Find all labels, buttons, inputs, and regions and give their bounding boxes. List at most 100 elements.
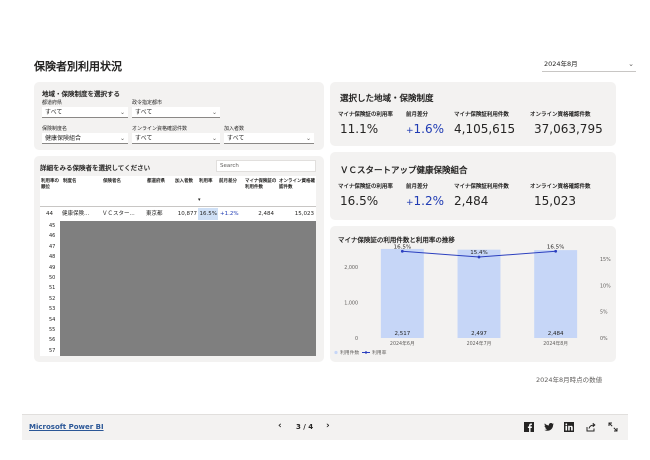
kpi-region-uses-label: マイナ保険証利用件数	[454, 112, 509, 118]
search-input[interactable]: Search	[216, 160, 316, 172]
header-rank[interactable]: 利用率の順位	[40, 176, 62, 206]
sort-desc-icon: ▾	[198, 197, 201, 203]
y-left-tick-label: 0	[355, 336, 358, 342]
kpi-region-uses: 4,105,615	[454, 122, 516, 136]
kpi-insurer-rate: 16.5%	[340, 194, 379, 208]
members-dropdown[interactable]: すべて ⌄	[224, 133, 314, 144]
kpi-region-rate-label: マイナ保険証の利用率	[338, 112, 393, 118]
fullscreen-icon[interactable]	[608, 422, 618, 432]
row-number: 53	[49, 306, 56, 313]
cell-rate: 16.5%	[198, 208, 218, 220]
filter-card: 地域・保険制度を選択する 都道府県 すべて ⌄ 政令指定都市 すべて ⌄ 保険制…	[34, 82, 324, 150]
twitter-icon[interactable]	[544, 422, 554, 432]
cell-prefecture: 東京都	[146, 211, 163, 217]
chevron-down-icon: ⌄	[211, 109, 217, 116]
chevron-down-icon: ⌄	[211, 135, 217, 142]
kpi-region-rate: 11.1%	[340, 122, 379, 136]
kpi-region-card: 選択した地域・保険制度 マイナ保険証の利用率 前月差分 マイナ保険証利用件数 オ…	[330, 82, 616, 146]
data-as-of-note: 2024年8月時点の数値	[536, 376, 603, 384]
table-title: 詳細をみる保険者を選択してください	[40, 164, 151, 172]
page-indicator: 3 / 4	[296, 423, 314, 431]
kpi-region-diff-label: 前月差分	[406, 112, 429, 118]
line-data-label: 16.5%	[547, 244, 564, 250]
prefecture-label: 都道府県	[42, 100, 63, 106]
chevron-down-icon: ⌄	[119, 109, 125, 116]
facebook-icon[interactable]	[524, 422, 534, 432]
x-tick-label: 2024年8月	[543, 340, 568, 347]
line-point-rate[interactable]	[554, 249, 558, 253]
trend-chart[interactable]: 0 1,000 2,000 0% 5% 10% 15% 2,517 2,497 2,484 2024…	[330, 226, 616, 362]
header-prefecture[interactable]: 都道府県	[146, 176, 174, 206]
header-insurer[interactable]: 保険者名	[102, 176, 146, 206]
bar-uses[interactable]	[534, 250, 578, 338]
header-uses[interactable]: マイナ保険証の利用件数	[244, 176, 278, 206]
page-title: 保険者別利用状況	[34, 60, 122, 73]
row-number: 50	[49, 275, 56, 281]
online-count-label: オンライン資格確認件数	[132, 126, 188, 132]
x-tick-label: 2024年7月	[467, 340, 492, 347]
header-members[interactable]: 加入者数	[174, 176, 198, 206]
bar-uses[interactable]	[457, 249, 501, 338]
row-number: 48	[49, 254, 56, 261]
cell-online: 15,023	[294, 211, 314, 217]
kpi-insurer-online: 15,023	[534, 194, 576, 208]
row-number: 54	[49, 316, 56, 323]
prefecture-value: すべて	[45, 109, 63, 116]
bar-data-label: 2,497	[471, 331, 487, 337]
cell-uses: 2,484	[258, 211, 274, 217]
kpi-insurer-title: ＶＣスタートアップ健康保険組合	[340, 166, 468, 176]
kpi-insurer-diff-label: 前月差分	[406, 184, 429, 190]
line-point-rate[interactable]	[400, 249, 404, 253]
legend-label-rate: 利用率	[372, 349, 387, 356]
chevron-down-icon: ⌄	[628, 60, 634, 68]
kpi-region-diff: +1.6%	[406, 122, 444, 136]
line-data-label: 16.5%	[394, 244, 411, 250]
linkedin-icon[interactable]	[564, 422, 574, 432]
line-point-rate[interactable]	[477, 255, 481, 259]
kpi-region-diff-value: 1.6%	[413, 122, 445, 136]
header-divider	[40, 206, 316, 207]
chevron-down-icon: ⌄	[305, 135, 311, 142]
y-right-tick-label: 10%	[600, 283, 611, 289]
row-number: 56	[49, 337, 56, 344]
legend-label-uses: 利用件数	[340, 349, 359, 356]
chevron-down-icon: ⌄	[119, 135, 125, 142]
plus-sign: +	[406, 126, 414, 136]
bar-uses[interactable]	[380, 248, 424, 338]
bar-data-label: 2,484	[548, 331, 564, 337]
header-diff[interactable]: 前月差分	[218, 176, 244, 206]
line-data-label: 15.4%	[470, 250, 487, 256]
row-number: 49	[49, 264, 56, 271]
chevron-left-icon[interactable]: ‹	[278, 421, 282, 431]
y-right-tick-label: 15%	[600, 257, 611, 263]
legend-marker-rate-dot	[364, 351, 368, 354]
header-rate[interactable]: 利用率	[198, 176, 218, 206]
share-icon[interactable]	[586, 422, 596, 432]
date-filter-dropdown[interactable]: 2024年8月 ⌄	[542, 58, 636, 72]
header-online[interactable]: オンライン資格確認件数	[278, 176, 316, 206]
cell-system: 健康保険...	[62, 211, 90, 217]
legend-marker-uses	[334, 350, 338, 355]
cell-diff: +1.2%	[220, 211, 239, 217]
row-number: 45	[49, 223, 56, 229]
row-number: 52	[49, 295, 56, 302]
prefecture-dropdown[interactable]: すべて ⌄	[42, 107, 128, 118]
row-number: 47	[49, 243, 56, 250]
y-right-tick-label: 5%	[600, 310, 608, 316]
kpi-insurer-uses-label: マイナ保険証利用件数	[454, 184, 509, 190]
masked-table-area	[60, 221, 316, 356]
kpi-region-title: 選択した地域・保険制度	[340, 94, 434, 104]
y-left-tick-label: 1,000	[344, 301, 358, 307]
kpi-insurer-diff: +1.2%	[406, 194, 444, 208]
chevron-right-icon[interactable]: ›	[326, 421, 330, 431]
header-system[interactable]: 制度名	[62, 176, 102, 206]
city-value: すべて	[135, 109, 153, 116]
online-count-dropdown[interactable]: すべて ⌄	[132, 133, 220, 144]
row-number: 57	[49, 347, 56, 354]
kpi-insurer-rate-label: マイナ保険証の利用率	[338, 184, 393, 190]
members-value: すべて	[227, 135, 245, 142]
y-right-tick-label: 0%	[600, 336, 608, 342]
powerbi-link[interactable]: Microsoft Power BI	[29, 423, 104, 431]
insurance-type-dropdown[interactable]: 健康保険組合 ⌄	[42, 133, 128, 144]
city-dropdown[interactable]: すべて ⌄	[132, 107, 220, 118]
